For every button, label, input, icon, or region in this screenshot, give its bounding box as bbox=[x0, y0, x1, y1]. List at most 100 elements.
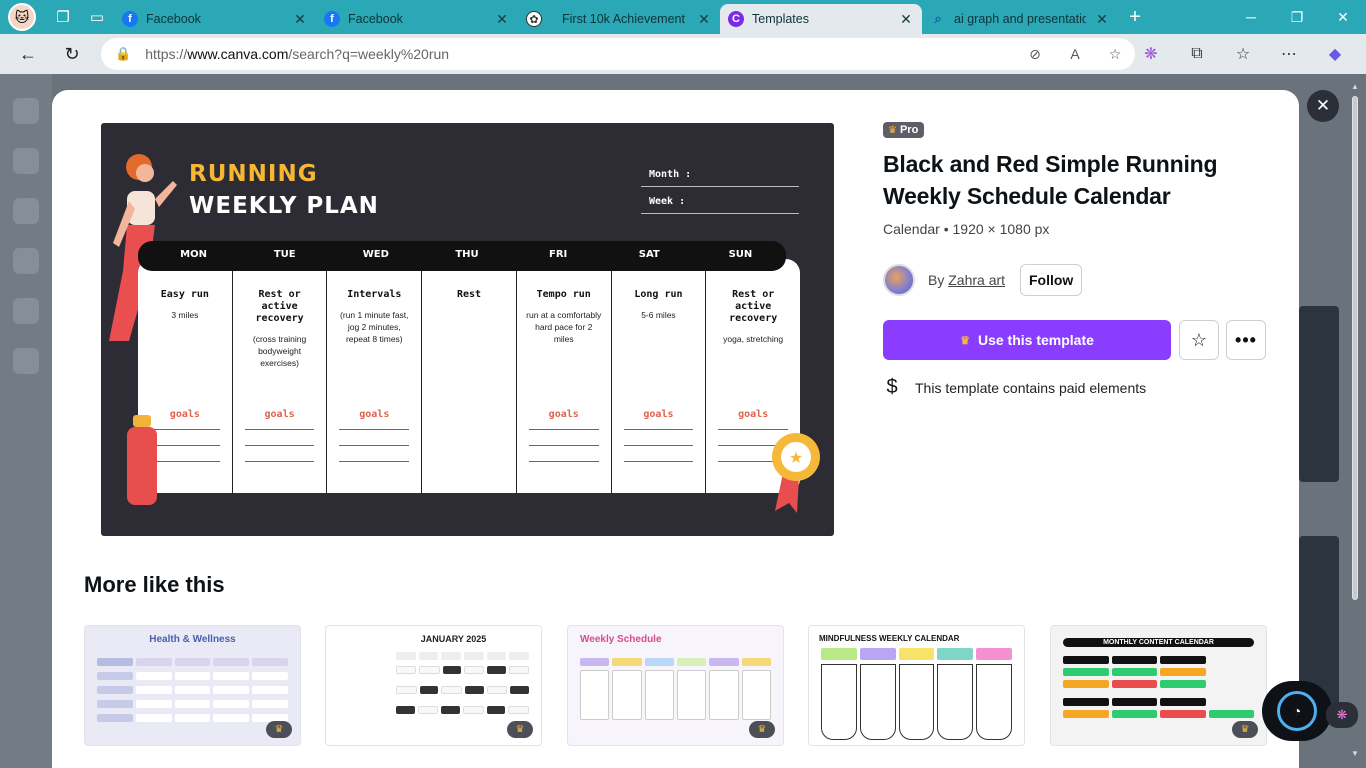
refresh-icon[interactable]: ↻ bbox=[52, 38, 92, 70]
favorite-button[interactable]: ☆ bbox=[1179, 320, 1219, 360]
preview-day-column: Rest or active recovery (cross training … bbox=[233, 259, 328, 493]
page-scrollbar[interactable]: ▲ ▼ bbox=[1349, 82, 1361, 758]
day-activity: Long run bbox=[634, 289, 683, 300]
assistant-bubble[interactable]: ◔ bbox=[1262, 681, 1332, 741]
tab-facebook-2[interactable]: f Facebook ✕ bbox=[316, 4, 518, 34]
tab-title: Facebook bbox=[146, 12, 201, 26]
copilot-icon[interactable]: ◆ bbox=[1312, 44, 1358, 64]
pro-badge: ♛ Pro bbox=[883, 122, 925, 138]
template-preview[interactable]: RUNNING WEEKLY PLAN Month : Week : Easy … bbox=[101, 123, 834, 536]
paid-elements-notice: $ This template contains paid elements bbox=[883, 376, 1146, 399]
day-label: TUE bbox=[273, 249, 296, 260]
minimize-icon[interactable]: ─ bbox=[1228, 0, 1274, 34]
restore-icon[interactable]: ❐ bbox=[1274, 0, 1320, 34]
lock-icon[interactable]: 🔒 bbox=[115, 46, 131, 62]
search-icon: ⌕ bbox=[934, 11, 942, 26]
card-caption: Health & Wellness bbox=[149, 634, 236, 645]
pro-crown-icon: ♛ bbox=[1232, 721, 1258, 738]
address-bar[interactable]: 🔒 https://www.canva.com/search?q=weekly%… bbox=[101, 38, 1135, 70]
tab-title: First 10k Achievement bbox=[562, 12, 685, 26]
read-aloud-icon[interactable]: A bbox=[1055, 46, 1095, 62]
more-options-button[interactable]: ••• bbox=[1226, 320, 1266, 360]
tab-title: Templates bbox=[752, 12, 809, 26]
tab-title: Facebook bbox=[348, 12, 403, 26]
card-caption: JANUARY 2025 bbox=[420, 634, 487, 644]
related-template-card[interactable]: Health & Wellness ♛ bbox=[84, 625, 301, 746]
profile-avatar-icon[interactable]: 🐱 bbox=[8, 3, 36, 31]
backdrop-sidebar bbox=[0, 74, 52, 768]
back-icon[interactable]: ← bbox=[8, 38, 48, 70]
url-text[interactable]: https://www.canva.com/search?q=weekly%20… bbox=[145, 46, 1015, 62]
preview-title-line1: RUNNING bbox=[189, 161, 318, 187]
close-tab-icon[interactable]: ✕ bbox=[494, 11, 510, 28]
more-like-this-heading: More like this bbox=[84, 572, 225, 597]
close-tab-icon[interactable]: ✕ bbox=[292, 11, 308, 28]
scroll-down-icon[interactable]: ▼ bbox=[1351, 749, 1359, 758]
facebook-icon: f bbox=[324, 11, 340, 27]
day-note: yoga, stretching bbox=[723, 334, 784, 344]
more-dots-icon: ••• bbox=[1235, 329, 1257, 350]
close-modal-button[interactable]: ✕ bbox=[1307, 90, 1339, 122]
window-controls: ─ ❐ ✕ bbox=[1228, 0, 1366, 34]
close-window-icon[interactable]: ✕ bbox=[1320, 0, 1366, 34]
day-activity: Rest or active recovery bbox=[729, 289, 778, 324]
author-byline: By Zahra art bbox=[928, 272, 1006, 288]
day-activity: Intervals bbox=[347, 289, 402, 300]
workspaces-icon[interactable]: ❐ bbox=[46, 3, 80, 31]
day-note: 3 miles bbox=[171, 310, 199, 320]
use-template-button[interactable]: ♛ Use this template bbox=[883, 320, 1171, 360]
tab-templates[interactable]: C Templates ✕ bbox=[720, 4, 922, 34]
scrollbar-thumb[interactable] bbox=[1352, 96, 1358, 600]
day-activity: Tempo run bbox=[536, 289, 591, 300]
close-tab-icon[interactable]: ✕ bbox=[696, 11, 712, 28]
card-caption: MONTHLY CONTENT CALENDAR bbox=[1063, 638, 1254, 647]
tab-ai-graph[interactable]: ⌕ ai graph and presentation ✕ bbox=[922, 4, 1118, 34]
author-link[interactable]: Zahra art bbox=[948, 272, 1005, 288]
card-caption: Weekly Schedule bbox=[580, 634, 662, 645]
day-activity: Rest or active recovery bbox=[255, 289, 304, 324]
author-row: By Zahra art bbox=[883, 264, 1005, 296]
day-activity: Easy run bbox=[160, 289, 209, 300]
related-template-card[interactable]: Weekly Schedule ♛ bbox=[567, 625, 784, 746]
day-goal: goals bbox=[548, 409, 579, 420]
day-goal: goals bbox=[738, 409, 769, 420]
related-template-card[interactable]: MONTHLY CONTENT CALENDAR ♛ bbox=[1050, 625, 1267, 746]
address-bar-row: ← ↻ 🔒 https://www.canva.com/search?q=wee… bbox=[0, 34, 1366, 74]
related-template-card[interactable]: JANUARY 2025 ♛ bbox=[325, 625, 542, 746]
day-label: MON bbox=[180, 249, 207, 260]
tab-facebook-1[interactable]: f Facebook ✕ bbox=[114, 4, 316, 34]
tab-actions-icon[interactable]: ▭ bbox=[80, 3, 114, 31]
award-badge-illustration: ★ bbox=[772, 433, 820, 513]
follow-button[interactable]: Follow bbox=[1020, 264, 1083, 296]
brain-extension-icon[interactable]: ❋ bbox=[1128, 44, 1174, 64]
preview-week-field: Week : bbox=[641, 196, 799, 214]
related-template-card[interactable]: MINDFULNESS WEEKLY CALENDAR bbox=[808, 625, 1025, 746]
day-goal: goals bbox=[643, 409, 674, 420]
pro-crown-icon: ♛ bbox=[266, 721, 292, 738]
favorites-icon[interactable]: ☆ bbox=[1220, 44, 1266, 64]
more-menu-icon[interactable]: ⋯ bbox=[1266, 44, 1312, 64]
sidebar-extension-icon[interactable]: ❋ bbox=[1326, 702, 1358, 728]
preview-weekly-table: Easy run 3 miles goals Rest or active re… bbox=[138, 241, 800, 493]
day-note: (cross training bodyweight exercises) bbox=[252, 334, 307, 368]
browser-toolbar: ❋ ⧉ ☆ ⋯ ◆ bbox=[1128, 38, 1358, 70]
new-tab-icon[interactable]: + bbox=[1118, 6, 1152, 29]
template-title: Black and Red Simple Running Weekly Sche… bbox=[883, 151, 1218, 209]
extensions-icon[interactable]: ⧉ bbox=[1174, 45, 1220, 63]
paid-notice-text: This template contains paid elements bbox=[915, 379, 1147, 396]
template-modal: RUNNING WEEKLY PLAN Month : Week : Easy … bbox=[52, 90, 1299, 768]
canva-icon: C bbox=[728, 11, 744, 27]
preview-day-header: MON TUE WED THU FRI SAT SUN bbox=[138, 241, 786, 271]
use-template-label: Use this template bbox=[977, 332, 1094, 348]
preview-day-column: Rest bbox=[422, 259, 517, 493]
scroll-up-icon[interactable]: ▲ bbox=[1351, 82, 1359, 91]
chatgpt-icon: ✿ bbox=[526, 11, 542, 27]
day-goal: goals bbox=[264, 409, 295, 420]
crown-icon: ♛ bbox=[960, 334, 970, 347]
close-tab-icon[interactable]: ✕ bbox=[1094, 11, 1110, 28]
author-avatar[interactable] bbox=[883, 264, 915, 296]
close-tab-icon[interactable]: ✕ bbox=[898, 11, 914, 28]
tab-first-10k[interactable]: ✿ First 10k Achievement ✕ bbox=[518, 4, 720, 34]
tracking-prevention-icon[interactable]: ⊘ bbox=[1015, 46, 1055, 63]
preview-day-column: Long run 5-6 miles goals bbox=[612, 259, 707, 493]
